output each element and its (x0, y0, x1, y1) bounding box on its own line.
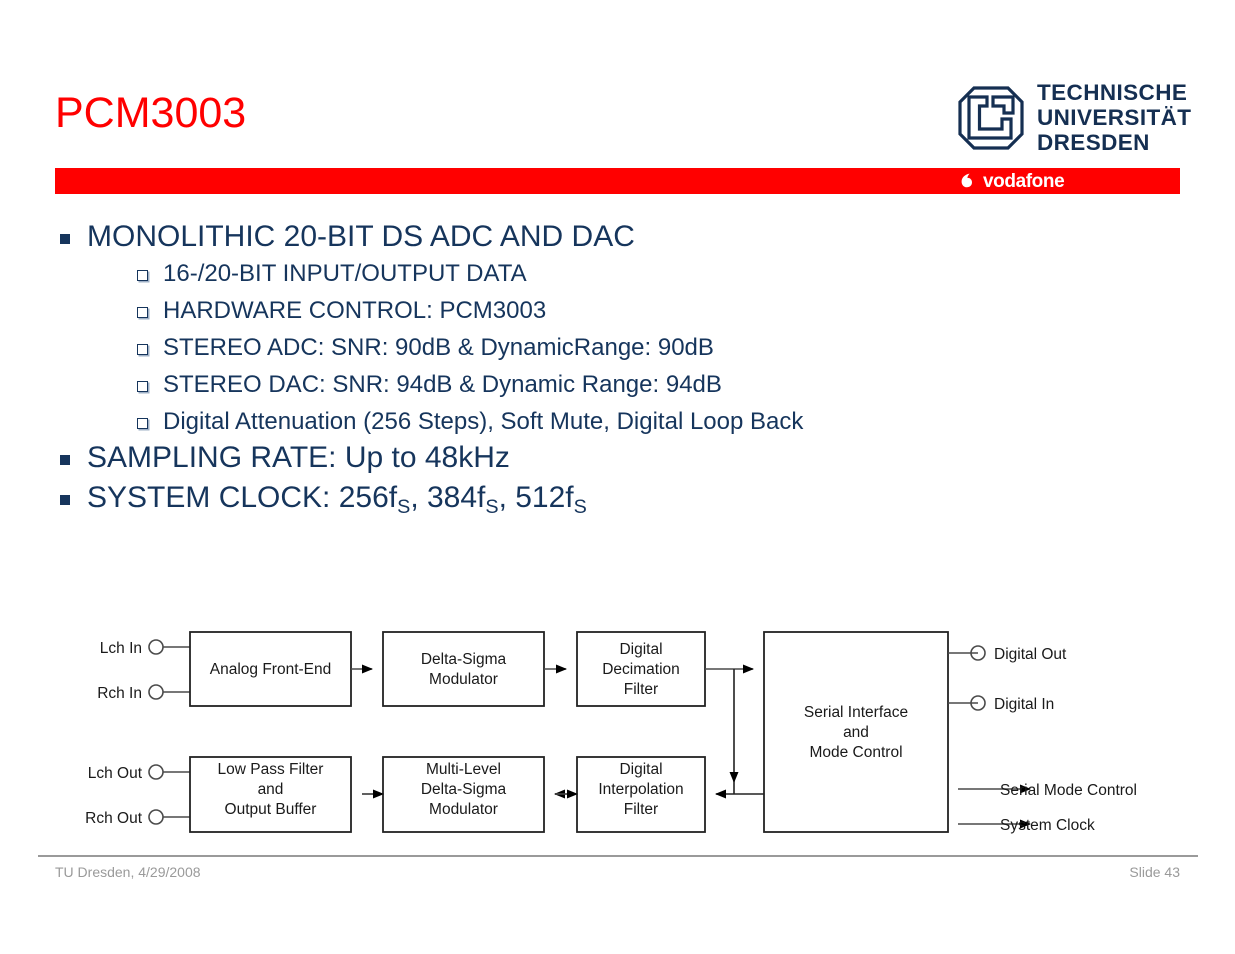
bullet-square-icon (60, 455, 70, 465)
label-mlm-3: Modulator (429, 801, 498, 818)
pcm3003-block-diagram: Analog Front-End Delta-Sigma Modulator D… (0, 596, 1235, 856)
bullet-hollow-square-icon (137, 381, 148, 392)
label-rch-out: Rch Out (85, 810, 143, 827)
vodafone-wordmark: vodafone (983, 170, 1065, 192)
label-serial-2: and (843, 724, 869, 741)
label-rch-in: Rch In (97, 685, 142, 702)
tud-line-3: DRESDEN (1037, 130, 1150, 156)
bullet-level2: HARDWARE CONTROL: PCM3003 (137, 299, 1180, 323)
label-lch-in: Lch In (100, 640, 142, 657)
label-mlm-2: Delta-Sigma (421, 781, 507, 798)
bullet-hollow-square-icon (137, 270, 148, 281)
bullet-hollow-square-icon (137, 307, 148, 318)
footer-right-text: Slide 43 (1129, 864, 1180, 880)
bullet-hollow-square-icon (137, 418, 148, 429)
label-serial-3: Mode Control (809, 744, 902, 761)
label-dif-2: Interpolation (598, 781, 683, 798)
vodafone-speechmark-icon (957, 171, 977, 191)
label-mlm-1: Multi-Level (426, 761, 501, 778)
bullet-text: 16-/20-BIT INPUT/OUTPUT DATA (163, 260, 527, 287)
footer-divider (38, 855, 1198, 857)
label-serial-1: Serial Interface (804, 704, 908, 721)
label-decimation-2: Decimation (602, 661, 680, 678)
label-lpf-1: Low Pass Filter (218, 761, 324, 778)
tud-line-2: UNIVERSITÄT (1037, 105, 1192, 131)
bullet-text: MONOLITHIC 20-BIT DS ADC AND DAC (87, 220, 635, 253)
bullet-level2: Digital Attenuation (256 Steps), Soft Mu… (137, 410, 1180, 434)
footer-left-text: TU Dresden, 4/29/2008 (55, 864, 201, 880)
label-decimation-3: Filter (624, 681, 658, 698)
bullet-text: STEREO DAC: SNR: 94dB & Dynamic Range: 9… (163, 371, 722, 398)
bullet-level1: MONOLITHIC 20-BIT DS ADC AND DAC (60, 222, 1180, 252)
port-terminal-rch-out (148, 809, 164, 825)
label-dif-1: Digital (619, 761, 662, 778)
label-dif-3: Filter (624, 801, 658, 818)
bullet-text: Digital Attenuation (256 Steps), Soft Mu… (163, 408, 804, 435)
slide: PCM3003 TECHNISCHE UNIVERSITÄT DRESDEN v… (0, 0, 1235, 954)
bullet-square-icon (60, 234, 70, 244)
bullet-level2: 16-/20-BIT INPUT/OUTPUT DATA (137, 262, 1180, 286)
bullet-level2: STEREO DAC: SNR: 94dB & Dynamic Range: 9… (137, 373, 1180, 397)
port-terminal-rch-in (148, 684, 164, 700)
label-decimation-1: Digital (619, 641, 662, 658)
bullet-level1: SYSTEM CLOCK: 256fS, 384fS, 512fS (60, 481, 1180, 518)
bullet-square-icon (60, 495, 70, 505)
label-delta-sigma-1: Delta-Sigma (421, 651, 507, 668)
tu-dresden-wordmark: TECHNISCHE UNIVERSITÄT DRESDEN (1037, 80, 1191, 156)
label-digital-in: Digital In (994, 696, 1054, 713)
bullet-text: HARDWARE CONTROL: PCM3003 (163, 297, 547, 324)
tu-dresden-logo: TECHNISCHE UNIVERSITÄT DRESDEN (957, 80, 1191, 156)
bullet-text: STEREO ADC: SNR: 90dB & DynamicRange: 90… (163, 334, 714, 361)
bullet-list: MONOLITHIC 20-BIT DS ADC AND DAC 16-/20-… (60, 222, 1180, 523)
label-serial-mode-control: Serial Mode Control (1000, 782, 1137, 799)
label-lch-out: Lch Out (88, 765, 143, 782)
port-terminal-lch-out (148, 764, 164, 780)
label-lpf-3: Output Buffer (225, 801, 317, 818)
bullet-text-system-clock: SYSTEM CLOCK: 256fS, 384fS, 512fS (87, 481, 587, 518)
label-analog-front-end: Analog Front-End (210, 661, 332, 678)
bullet-level2: STEREO ADC: SNR: 90dB & DynamicRange: 90… (137, 336, 1180, 360)
vodafone-logo: vodafone (957, 169, 1065, 193)
bullet-level1: SAMPLING RATE: Up to 48kHz (60, 443, 1180, 473)
port-terminal-lch-in (148, 639, 164, 655)
tud-line-1: TECHNISCHE (1037, 80, 1188, 105)
label-system-clock: System Clock (1000, 817, 1095, 834)
bullet-text: SAMPLING RATE: Up to 48kHz (87, 441, 510, 474)
label-digital-out: Digital Out (994, 646, 1067, 663)
block-delta-sigma-modulator (382, 631, 545, 707)
label-delta-sigma-2: Modulator (429, 671, 498, 688)
tu-dresden-octagon-icon (958, 86, 1024, 150)
label-lpf-2: and (258, 781, 284, 798)
block-diagram-svg: Analog Front-End Delta-Sigma Modulator D… (85, 631, 1137, 834)
page-title: PCM3003 (55, 89, 247, 137)
bullet-hollow-square-icon (137, 344, 148, 355)
